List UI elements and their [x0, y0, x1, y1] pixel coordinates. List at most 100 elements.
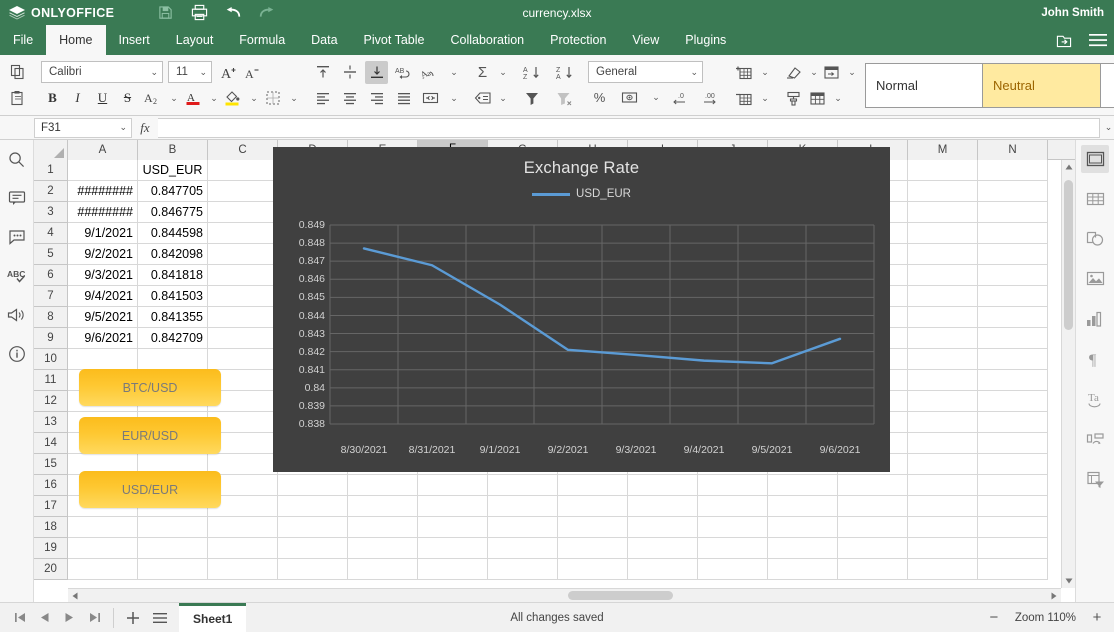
cell-m13[interactable]: [908, 412, 978, 433]
format-as-table-dropdown-icon[interactable]: ⌄: [830, 87, 843, 110]
align-top-icon[interactable]: [311, 61, 334, 84]
cell-n15[interactable]: [978, 454, 1048, 475]
cell-a7[interactable]: 9/4/2021: [68, 286, 138, 307]
cell-a8[interactable]: 9/5/2021: [68, 307, 138, 328]
cell-b1[interactable]: USD_EUR: [138, 160, 208, 181]
cell-settings-icon[interactable]: [1081, 145, 1109, 173]
cell-n5[interactable]: [978, 244, 1048, 265]
strikethrough-icon[interactable]: S: [116, 87, 139, 110]
cell-h18[interactable]: [558, 517, 628, 538]
cell-e18[interactable]: [348, 517, 418, 538]
cell-b7[interactable]: 0.841503: [138, 286, 208, 307]
row-header[interactable]: 11: [34, 370, 68, 391]
clear-dropdown-icon[interactable]: ⌄: [806, 61, 819, 84]
cell-c18[interactable]: [208, 517, 278, 538]
cell-g20[interactable]: [488, 559, 558, 580]
bold-icon[interactable]: B: [41, 87, 64, 110]
cell-c1[interactable]: [208, 160, 278, 181]
cell-style-blank[interactable]: [1100, 63, 1114, 107]
cell-f16[interactable]: [418, 475, 488, 496]
row-header[interactable]: 13: [34, 412, 68, 433]
cell-m8[interactable]: [908, 307, 978, 328]
menu-item-file[interactable]: File: [0, 25, 46, 55]
menu-item-data[interactable]: Data: [298, 25, 350, 55]
cell-j19[interactable]: [698, 538, 768, 559]
cell-c4[interactable]: [208, 223, 278, 244]
cell-n9[interactable]: [978, 328, 1048, 349]
column-header-a[interactable]: A: [68, 140, 138, 160]
fill-series-icon[interactable]: [820, 61, 843, 84]
align-middle-icon[interactable]: [338, 61, 361, 84]
cell-f18[interactable]: [418, 517, 488, 538]
image-settings-icon[interactable]: [1081, 265, 1109, 293]
menu-item-collaboration[interactable]: Collaboration: [437, 25, 537, 55]
align-left-icon[interactable]: [311, 87, 334, 110]
cell-l18[interactable]: [838, 517, 908, 538]
select-all-corner[interactable]: [34, 140, 68, 160]
cell-d20[interactable]: [278, 559, 348, 580]
row-header[interactable]: 8: [34, 307, 68, 328]
zoom-level-label[interactable]: Zoom 110%: [1015, 612, 1076, 624]
cell-b6[interactable]: 0.841818: [138, 265, 208, 286]
cell-j17[interactable]: [698, 496, 768, 517]
decrease-decimal-icon[interactable]: .0: [668, 86, 691, 109]
cell-h19[interactable]: [558, 538, 628, 559]
format-as-table-icon[interactable]: [806, 87, 829, 110]
row-header[interactable]: 2: [34, 181, 68, 202]
spreadsheet-area[interactable]: A B C D E F G H I J K L M N 1 2 3: [34, 140, 1075, 602]
open-file-location-icon[interactable]: [1054, 30, 1074, 50]
name-box[interactable]: F31 ⌄: [34, 117, 132, 138]
btc-usd-button[interactable]: BTC/USD: [79, 369, 221, 406]
menu-item-layout[interactable]: Layout: [163, 25, 227, 55]
cell-m20[interactable]: [908, 559, 978, 580]
cell-j16[interactable]: [698, 475, 768, 496]
clear-filter-icon[interactable]: [553, 87, 576, 110]
cell-f20[interactable]: [418, 559, 488, 580]
horizontal-scrollbar[interactable]: [68, 588, 1061, 602]
vertical-scrollbar[interactable]: [1061, 160, 1075, 588]
cell-i16[interactable]: [628, 475, 698, 496]
sheet-list-icon[interactable]: [148, 606, 171, 629]
increase-font-size-icon[interactable]: A: [218, 61, 241, 84]
cell-h17[interactable]: [558, 496, 628, 517]
cell-g19[interactable]: [488, 538, 558, 559]
cell-m17[interactable]: [908, 496, 978, 517]
justify-icon[interactable]: [392, 87, 415, 110]
cell-d17[interactable]: [278, 496, 348, 517]
cell-n16[interactable]: [978, 475, 1048, 496]
comments-icon[interactable]: [4, 185, 30, 211]
formula-input[interactable]: [158, 117, 1100, 138]
cell-h20[interactable]: [558, 559, 628, 580]
chat-icon[interactable]: [4, 224, 30, 250]
cell-b8[interactable]: 0.841355: [138, 307, 208, 328]
cell-n19[interactable]: [978, 538, 1048, 559]
row-header[interactable]: 1: [34, 160, 68, 181]
cell-b19[interactable]: [138, 538, 208, 559]
cell-j20[interactable]: [698, 559, 768, 580]
user-name[interactable]: John Smith: [1041, 7, 1104, 19]
cell-c19[interactable]: [208, 538, 278, 559]
search-icon[interactable]: [4, 146, 30, 172]
cell-n13[interactable]: [978, 412, 1048, 433]
undo-icon[interactable]: [224, 4, 242, 22]
cell-n14[interactable]: [978, 433, 1048, 454]
named-ranges-dropdown-icon[interactable]: ⌄: [495, 87, 508, 110]
cell-m6[interactable]: [908, 265, 978, 286]
row-header[interactable]: 3: [34, 202, 68, 223]
row-header[interactable]: 16: [34, 475, 68, 496]
feedback-icon[interactable]: [4, 302, 30, 328]
row-header[interactable]: 14: [34, 433, 68, 454]
cell-n11[interactable]: [978, 370, 1048, 391]
cell-c10[interactable]: [208, 349, 278, 370]
cell-n1[interactable]: [978, 160, 1048, 181]
sort-descending-icon[interactable]: ZA: [553, 61, 576, 84]
cell-e19[interactable]: [348, 538, 418, 559]
cell-i18[interactable]: [628, 517, 698, 538]
cell-n8[interactable]: [978, 307, 1048, 328]
cell-m2[interactable]: [908, 181, 978, 202]
underline-icon[interactable]: U: [91, 87, 114, 110]
cell-m1[interactable]: [908, 160, 978, 181]
font-color-dropdown-icon[interactable]: ⌄: [206, 87, 219, 110]
column-header-b[interactable]: B: [138, 140, 208, 160]
cell-a20[interactable]: [68, 559, 138, 580]
